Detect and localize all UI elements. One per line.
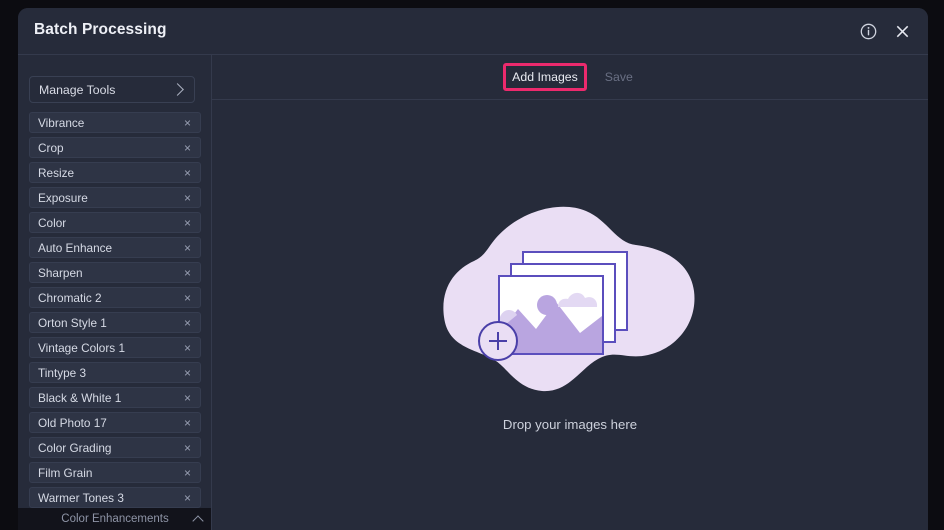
tool-row[interactable]: Film Grain × [29, 462, 201, 483]
remove-tool-icon[interactable]: × [183, 342, 192, 354]
tool-row[interactable]: Old Photo 17 × [29, 412, 201, 433]
tool-row-label: Film Grain [38, 465, 93, 480]
tool-row[interactable]: Exposure × [29, 187, 201, 208]
add-images-button[interactable]: Add Images [512, 70, 578, 84]
modal-body: Manage Tools Vibrance × Crop × Resize × Exposu… [18, 55, 928, 530]
info-icon[interactable] [856, 20, 880, 44]
remove-tool-icon[interactable]: × [183, 317, 192, 329]
chevron-up-icon[interactable] [192, 514, 204, 527]
tool-row[interactable]: Vintage Colors 1 × [29, 337, 201, 358]
category-bar[interactable]: Color Enhancements [18, 508, 211, 530]
tool-row-label: Black & White 1 [38, 390, 122, 405]
tool-row-label: Warmer Tones 3 [38, 490, 124, 505]
tool-row[interactable]: Color Grading × [29, 437, 201, 458]
modal-titlebar: Batch Processing [18, 8, 928, 55]
stacked-images-illustration [440, 199, 700, 399]
add-images-highlight: Add Images [503, 63, 587, 91]
chevron-right-icon [171, 83, 184, 96]
tool-row-label: Chromatic 2 [38, 290, 102, 305]
main-toolbar: Add Images Save [212, 55, 928, 100]
tool-row[interactable]: Sharpen × [29, 262, 201, 283]
remove-tool-icon[interactable]: × [183, 467, 192, 479]
manage-tools-label: Manage Tools [39, 82, 116, 97]
tool-row[interactable]: Resize × [29, 162, 201, 183]
page-title: Batch Processing [34, 21, 167, 38]
tool-row-label: Resize [38, 165, 75, 180]
tool-row[interactable]: Auto Enhance × [29, 237, 201, 258]
tool-row[interactable]: Color × [29, 212, 201, 233]
category-bar-label: Color Enhancements [61, 513, 169, 525]
tool-row[interactable]: Vibrance × [29, 112, 201, 133]
remove-tool-icon[interactable]: × [183, 292, 192, 304]
main-panel: Add Images Save Drop your images here [212, 55, 928, 530]
tool-row-label: Color Grading [38, 440, 112, 455]
save-button[interactable]: Save [601, 70, 637, 84]
remove-tool-icon[interactable]: × [183, 392, 192, 404]
remove-tool-icon[interactable]: × [183, 117, 192, 129]
tool-row-label: Tintype 3 [38, 365, 87, 380]
tool-list[interactable]: Vibrance × Crop × Resize × Exposure × Color × Auto… [18, 112, 211, 530]
tool-row-label: Exposure [38, 190, 88, 205]
remove-tool-icon[interactable]: × [183, 217, 192, 229]
tool-row[interactable]: Warmer Tones 3 × [29, 487, 201, 508]
batch-processing-modal: Batch Processing Manage Tools Vibrance ×… [18, 8, 928, 530]
tool-row-label: Color [38, 215, 67, 230]
manage-tools-button[interactable]: Manage Tools [29, 76, 195, 103]
remove-tool-icon[interactable]: × [183, 192, 192, 204]
tool-row-label: Auto Enhance [38, 240, 113, 255]
tool-row-label: Old Photo 17 [38, 415, 107, 430]
remove-tool-icon[interactable]: × [183, 442, 192, 454]
remove-tool-icon[interactable]: × [183, 492, 192, 504]
tool-row-label: Sharpen [38, 265, 83, 280]
tool-row[interactable]: Chromatic 2 × [29, 287, 201, 308]
remove-tool-icon[interactable]: × [183, 417, 192, 429]
tool-row[interactable]: Tintype 3 × [29, 362, 201, 383]
remove-tool-icon[interactable]: × [183, 242, 192, 254]
titlebar-icon-group [856, 8, 914, 55]
tool-row-label: Vintage Colors 1 [38, 340, 126, 355]
dropzone-label: Drop your images here [502, 416, 638, 432]
tools-sidebar: Manage Tools Vibrance × Crop × Resize × Exposu… [18, 55, 212, 530]
tool-row[interactable]: Crop × [29, 137, 201, 158]
tool-row[interactable]: Black & White 1 × [29, 387, 201, 408]
remove-tool-icon[interactable]: × [183, 367, 192, 379]
close-icon[interactable] [890, 20, 914, 44]
tool-row[interactable]: Orton Style 1 × [29, 312, 201, 333]
remove-tool-icon[interactable]: × [183, 167, 192, 179]
dropzone[interactable]: Drop your images here [212, 100, 928, 530]
remove-tool-icon[interactable]: × [183, 142, 192, 154]
tool-row-label: Vibrance [38, 115, 85, 130]
tool-row-label: Orton Style 1 [38, 315, 107, 330]
tool-row-label: Crop [38, 140, 64, 155]
remove-tool-icon[interactable]: × [183, 267, 192, 279]
